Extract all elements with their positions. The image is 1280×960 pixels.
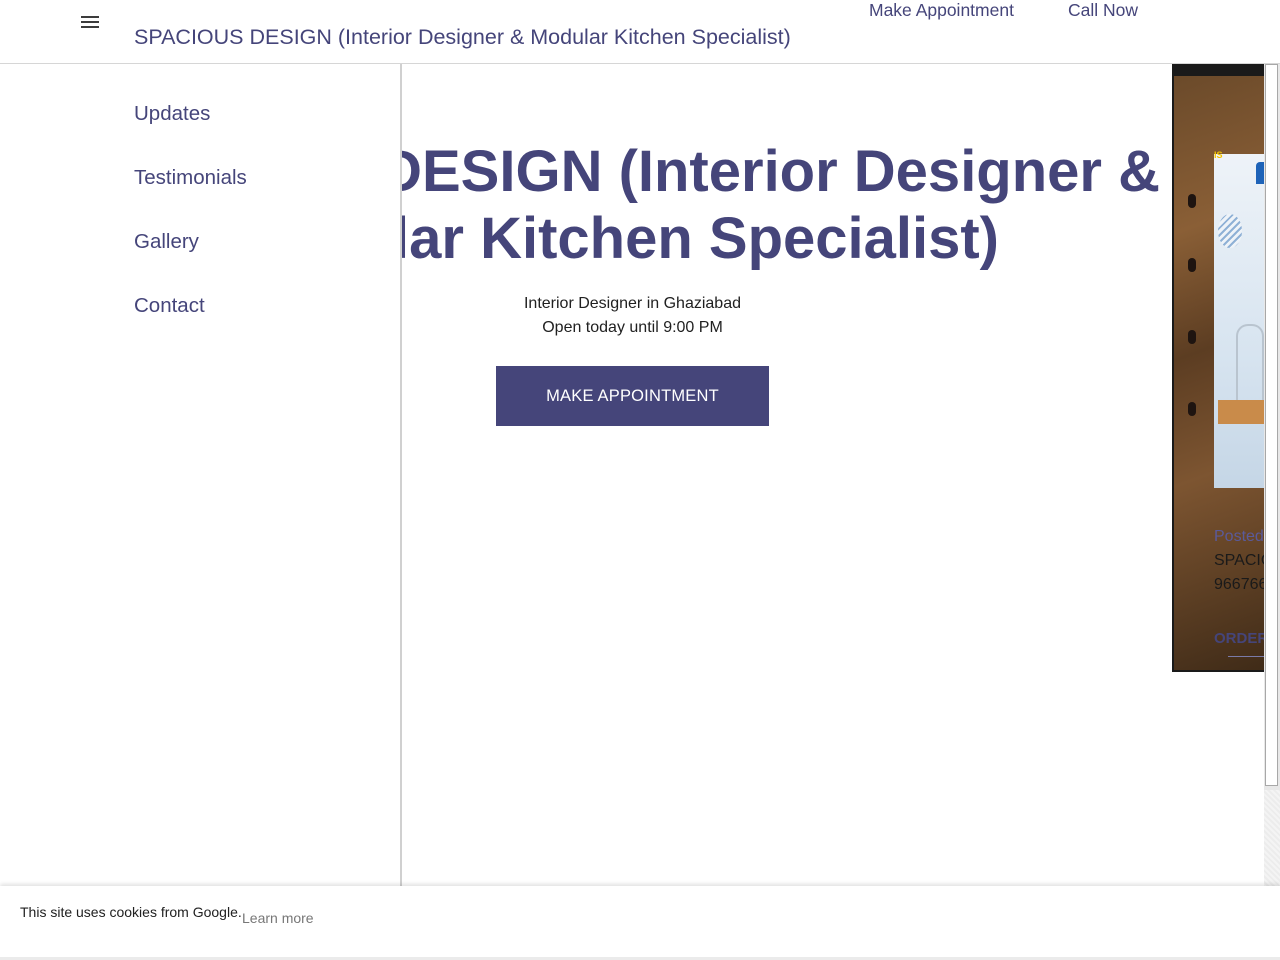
cookie-notice-text: This site uses cookies from Google.	[20, 904, 242, 920]
navigation-drawer: Updates Testimonials Gallery Contact	[0, 64, 402, 886]
cabinet-knob	[1188, 402, 1196, 416]
make-appointment-link[interactable]: Make Appointment	[869, 0, 1014, 21]
scrollbar-thumb[interactable]	[1265, 64, 1278, 786]
poster-glass-icon	[1236, 324, 1264, 406]
call-now-link[interactable]: Call Now	[1068, 0, 1138, 21]
update-text-line-2: 966766	[1214, 576, 1268, 593]
site-title[interactable]: SPACIOUS DESIGN (Interior Designer & Mod…	[134, 25, 791, 50]
cabinet-knob	[1188, 258, 1196, 272]
business-category: Interior Designer in Ghaziabad	[523, 295, 741, 312]
scrollbar-track[interactable]	[1264, 790, 1280, 886]
scrollbar[interactable]	[1264, 64, 1280, 886]
update-posted-label: Posted	[1214, 528, 1264, 545]
order-link-underline	[1228, 656, 1268, 657]
drawer-item-testimonials[interactable]: Testimonials	[134, 166, 247, 190]
poster-counter-icon	[1218, 400, 1268, 424]
make-appointment-button[interactable]: MAKE APPOINTMENT	[496, 366, 769, 426]
cookie-banner: This site uses cookies from Google. Lear…	[0, 886, 1280, 960]
poster-tag-icon: IS	[1214, 150, 1223, 160]
learn-more-link[interactable]: Learn more	[242, 910, 314, 926]
cabinet-knob	[1188, 194, 1196, 208]
drawer-item-gallery[interactable]: Gallery	[134, 230, 199, 254]
hamburger-menu-icon[interactable]	[76, 8, 104, 36]
cabinet-knob	[1188, 330, 1196, 344]
order-link[interactable]: ORDER	[1214, 630, 1268, 647]
opening-hours: Open today until 9:00 PM	[542, 319, 723, 336]
poster-pattern-icon	[1218, 214, 1242, 248]
drawer-item-updates[interactable]: Updates	[134, 102, 210, 126]
drawer-item-contact[interactable]: Contact	[134, 294, 205, 318]
top-app-bar: SPACIOUS DESIGN (Interior Designer & Mod…	[0, 0, 1280, 64]
